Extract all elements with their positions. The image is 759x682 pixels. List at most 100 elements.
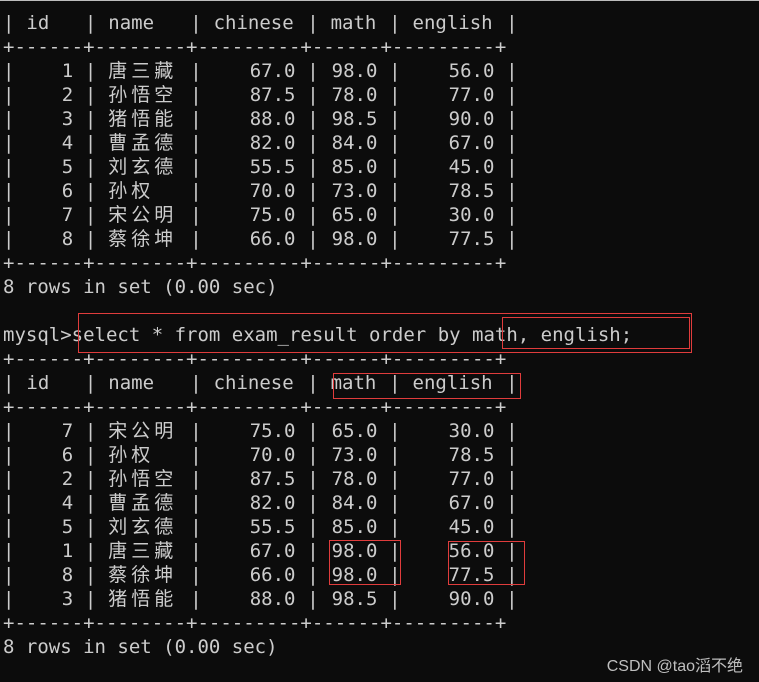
column-separator: | [3, 180, 15, 202]
column-separator: | [389, 108, 401, 130]
cell-math: 84.0 [331, 132, 378, 154]
column-separator: | [190, 468, 202, 490]
column-separator: | [307, 540, 319, 562]
cell-id: 1 [61, 60, 74, 82]
column-separator: | [3, 516, 15, 538]
cell-math: 65.0 [331, 420, 378, 442]
cell-chinese: 88.0 [249, 588, 296, 610]
cell-chinese: 75.0 [249, 204, 296, 226]
cell-chinese: 70.0 [249, 180, 296, 202]
column-separator: | [389, 180, 401, 202]
column-header-english: english [412, 12, 493, 34]
watermark: CSDN @tao滔不绝 [606, 658, 743, 675]
cell-name: 孙权 [108, 444, 155, 466]
column-separator: | [307, 180, 319, 202]
column-separator: | [389, 228, 401, 250]
cell-name: 孙悟空 [108, 84, 178, 106]
cell-english: 78.5 [448, 180, 495, 202]
cell-id: 7 [61, 204, 74, 226]
cell-name: 刘玄德 [108, 156, 178, 178]
cell-math: 98.0 [331, 540, 378, 562]
column-separator: | [84, 444, 97, 466]
column-separator: | [84, 156, 97, 178]
cell-name: 唐三藏 [108, 540, 178, 562]
column-separator: | [190, 588, 202, 610]
column-separator: | [84, 108, 97, 130]
column-separator: | [3, 228, 15, 250]
column-separator: | [84, 492, 97, 514]
column-separator: | [389, 84, 401, 106]
column-separator: | [389, 468, 401, 490]
column-separator: | [190, 372, 202, 394]
column-separator: | [506, 108, 518, 130]
cell-chinese: 66.0 [249, 564, 296, 586]
column-separator: | [3, 372, 15, 394]
column-separator: | [506, 60, 518, 82]
column-separator: | [506, 516, 518, 538]
query-summary: 8 rows in set (0.00 sec) [3, 276, 278, 298]
column-separator: | [307, 516, 319, 538]
cell-math: 85.0 [331, 516, 378, 538]
column-separator: | [190, 564, 202, 586]
column-separator: | [190, 540, 202, 562]
cell-name: 曹孟德 [108, 492, 178, 514]
column-separator: | [307, 228, 319, 250]
column-separator: | [3, 132, 15, 154]
column-separator: | [389, 492, 401, 514]
cell-math: 98.5 [331, 108, 378, 130]
cell-chinese: 88.0 [249, 108, 296, 130]
column-separator: | [84, 204, 97, 226]
column-separator: | [3, 84, 15, 106]
column-separator: | [389, 420, 401, 442]
column-separator: | [3, 540, 15, 562]
cell-id: 7 [61, 420, 74, 442]
column-separator: | [84, 12, 97, 34]
column-separator: | [307, 204, 319, 226]
cell-name: 猪悟能 [108, 588, 178, 610]
column-separator: | [506, 12, 518, 34]
column-separator: | [307, 372, 319, 394]
column-separator: | [307, 132, 319, 154]
cell-english: 67.0 [448, 492, 495, 514]
column-separator: | [389, 132, 401, 154]
sql-command[interactable]: select * from exam_result order by math,… [72, 324, 633, 346]
cell-math: 65.0 [331, 204, 378, 226]
cell-english: 77.5 [448, 564, 495, 586]
column-separator: | [190, 156, 202, 178]
column-separator: | [307, 420, 319, 442]
column-header-chinese: chinese [213, 372, 294, 394]
cell-name: 刘玄德 [108, 516, 178, 538]
column-header-name: name [108, 372, 155, 394]
column-separator: | [307, 468, 319, 490]
column-separator: | [3, 108, 15, 130]
column-header-math: math [330, 372, 377, 394]
column-header-math: math [330, 12, 377, 34]
column-separator: | [506, 156, 518, 178]
column-separator: | [84, 564, 97, 586]
cell-math: 85.0 [331, 156, 378, 178]
cell-id: 6 [61, 444, 74, 466]
cell-id: 2 [61, 468, 74, 490]
cell-english: 90.0 [448, 588, 495, 610]
column-header-name: name [108, 12, 155, 34]
cell-chinese: 67.0 [249, 60, 296, 82]
column-separator: | [307, 564, 319, 586]
column-separator: | [84, 420, 97, 442]
cell-english: 56.0 [448, 60, 495, 82]
table-border: +------+--------+---------+------+------… [3, 36, 507, 58]
column-separator: | [506, 372, 518, 394]
column-separator: | [307, 156, 319, 178]
column-separator: | [84, 228, 97, 250]
column-separator: | [389, 204, 401, 226]
column-separator: | [307, 12, 319, 34]
cell-name: 孙悟空 [108, 468, 178, 490]
table-border: +------+--------+---------+------+------… [3, 612, 507, 634]
column-separator: | [3, 564, 15, 586]
cell-id: 3 [61, 588, 74, 610]
column-separator: | [84, 84, 97, 106]
cell-chinese: 82.0 [249, 132, 296, 154]
column-separator: | [84, 468, 97, 490]
column-separator: | [307, 588, 319, 610]
cell-math: 78.0 [331, 84, 378, 106]
cell-english: 30.0 [448, 204, 495, 226]
